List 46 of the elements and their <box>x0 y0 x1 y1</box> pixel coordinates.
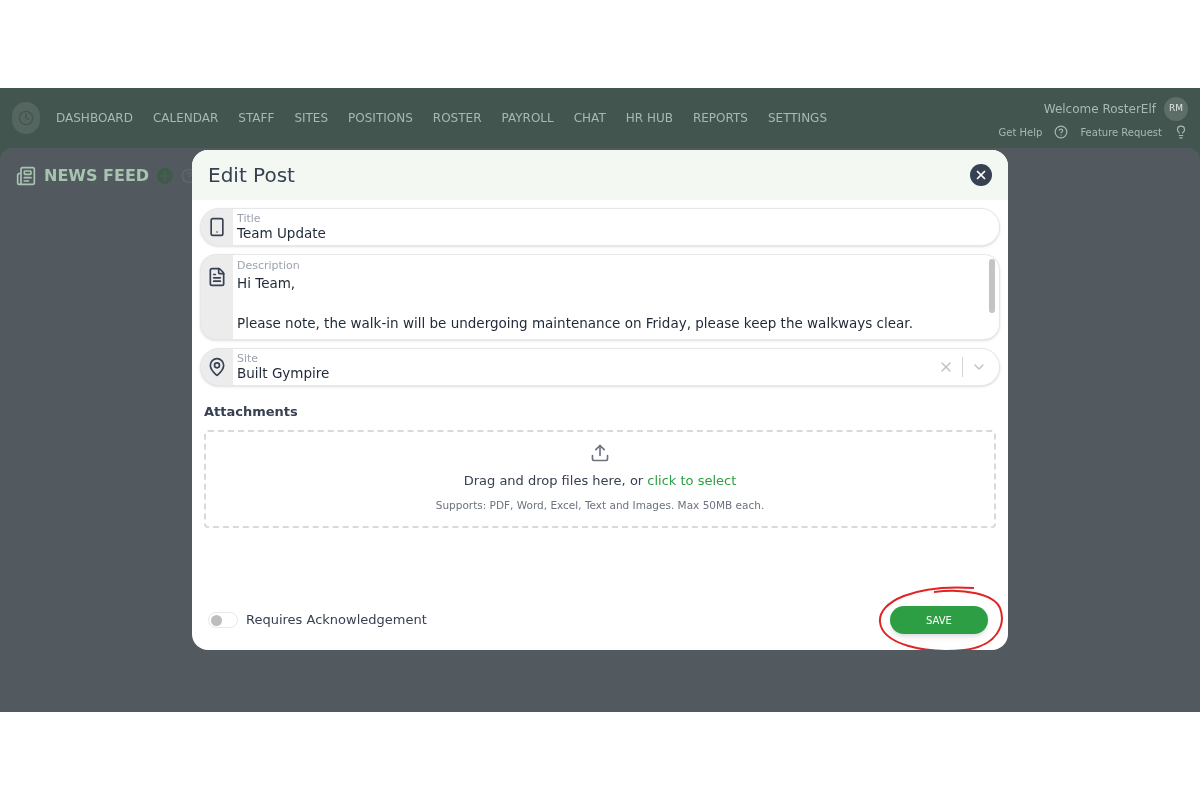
drop-prompt: Drag and drop files here, or click to select <box>463 471 737 490</box>
nav-link[interactable]: SETTINGS <box>767 109 828 127</box>
nav-link[interactable]: CHAT <box>573 109 606 127</box>
site-select[interactable]: Site Built Gympire <box>200 348 1000 386</box>
field-label: Site <box>237 351 260 366</box>
nav-link[interactable]: CALENDAR <box>152 109 219 127</box>
description-paragraph: Please note, the walk-in will be undergoing maintenance on Friday, please keep the walkways clear. <box>237 313 914 333</box>
acknowledgement-toggle[interactable] <box>208 612 238 628</box>
field-value: Team Update <box>237 225 327 243</box>
save-button[interactable]: SAVE <box>890 606 988 634</box>
welcome-text: Welcome RosterElf <box>1043 100 1156 118</box>
scrollbar-thumb[interactable] <box>989 259 995 313</box>
phone-icon <box>207 217 227 237</box>
dialog-title: Edit Post <box>208 162 295 189</box>
lightbulb-icon[interactable] <box>1174 125 1188 139</box>
nav-link[interactable]: POSITIONS <box>348 109 413 127</box>
attachments-heading: Attachments <box>204 403 299 421</box>
close-button[interactable] <box>970 164 992 186</box>
nav-link[interactable]: SITES <box>294 109 329 127</box>
page-title: NEWS FEED <box>44 165 150 187</box>
document-icon <box>207 267 227 287</box>
nav-link[interactable]: STAFF <box>238 109 275 127</box>
get-help-link[interactable]: Get Help <box>998 124 1043 140</box>
title-field[interactable]: Title Team Update <box>200 208 1000 246</box>
avatar[interactable]: RM <box>1164 96 1188 121</box>
map-pin-icon <box>207 357 227 377</box>
select-files-link[interactable]: click to select <box>647 472 737 488</box>
field-label: Description <box>237 259 301 273</box>
add-icon[interactable] <box>157 168 174 184</box>
nav-link[interactable]: ROSTER <box>432 109 482 127</box>
nav-link[interactable]: DASHBOARD <box>56 109 133 127</box>
field-label: Title <box>237 211 262 226</box>
description-paragraph: Hi Team, <box>237 273 297 293</box>
field-value: Built Gympire <box>237 365 331 383</box>
nav-link[interactable]: HR HUB <box>625 109 673 127</box>
file-drop-zone[interactable]: Drag and drop files here, or click to select Supports: PDF, Word, Excel, Text and Images. Max 50MB each. <box>204 429 996 528</box>
nav-link[interactable]: PAYROLL <box>501 109 554 127</box>
close-icon <box>974 168 988 182</box>
newspaper-icon <box>16 166 36 186</box>
file-support-hint: Supports: PDF, Word, Excel, Text and Images. Max 50MB each. <box>435 498 765 514</box>
nav-link[interactable]: REPORTS <box>692 109 748 127</box>
upload-icon <box>590 442 610 463</box>
acknowledgement-label: Requires Acknowledgement <box>246 611 427 630</box>
feature-request-link[interactable]: Feature Request <box>1080 124 1162 140</box>
description-field[interactable]: Description Hi Team, Please note, the walk-in will be undergoing maintenance on Friday, please keep the walkways clear. <box>200 254 1000 340</box>
help-icon[interactable] <box>1054 125 1069 139</box>
